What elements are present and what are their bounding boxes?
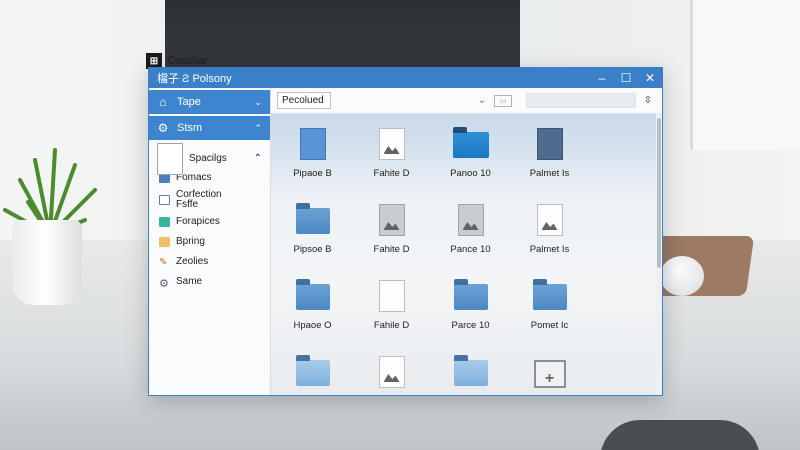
mouse xyxy=(660,256,704,296)
file-tile[interactable]: Pipaoe O xyxy=(273,350,352,395)
folder-icon xyxy=(453,355,488,386)
plant-pot xyxy=(12,220,82,305)
address-field[interactable]: Pecolued xyxy=(277,92,331,109)
open-folder-icon xyxy=(452,127,489,158)
sidebar-section-label: Spacilgs xyxy=(189,152,227,164)
background-window xyxy=(690,0,800,150)
sidebar-item-label-line2: Fsffe xyxy=(176,199,199,210)
file-label: Pipsoe B xyxy=(293,244,332,255)
file-tile[interactable]: Palmet Is xyxy=(510,122,589,198)
file-label: Hpaoe O xyxy=(293,320,332,331)
sidebar-head-label: Stsm xyxy=(177,122,203,134)
close-button[interactable]: ✕ xyxy=(638,68,662,88)
file-label: Palmet Is xyxy=(529,168,570,179)
maximize-button[interactable]: ☐ xyxy=(614,68,638,88)
file-explorer-window: 檔子 Ƨ Polsony – ☐ ✕ ⌂ Tape ⌄ ⚙ Stsm ⌃ Spa… xyxy=(148,67,663,396)
title-bar[interactable]: 檔子 Ƨ Polsony – ☐ ✕ xyxy=(149,68,662,88)
scrollbar[interactable] xyxy=(656,114,662,395)
file-tile[interactable]: Fahile D xyxy=(352,274,431,350)
sidebar-item-zeolies[interactable]: ✎ Zeolies xyxy=(149,252,270,272)
toolbar: Pecolued ⌄ ▭ ⇳ xyxy=(271,88,662,114)
add-file-icon: + xyxy=(533,360,566,388)
app-name: Concliar xyxy=(167,55,208,67)
sidebar-section-spacilgs[interactable]: Spacilgs ⌃ xyxy=(149,143,270,175)
sidebar-head-stsm[interactable]: ⚙ Stsm ⌃ xyxy=(149,116,270,140)
document-icon xyxy=(378,280,405,312)
folder-icon xyxy=(532,279,567,310)
file-tile[interactable]: Palmet Is xyxy=(510,198,589,274)
chevron-up-icon: ⌃ xyxy=(253,152,262,164)
home-icon: ⌂ xyxy=(159,95,167,109)
pages-icon xyxy=(159,195,170,205)
settings-icon: ⚙ xyxy=(159,278,169,290)
search-input[interactable] xyxy=(526,93,636,108)
file-tile[interactable]: Pipaoe B xyxy=(273,122,352,198)
file-tile[interactable]: Fahite D xyxy=(352,122,431,198)
chair xyxy=(600,420,760,450)
sidebar-item-label: Same xyxy=(176,276,203,287)
photos-icon xyxy=(159,217,170,227)
file-label: Fahite D xyxy=(373,168,410,179)
image-file-icon xyxy=(536,204,563,236)
document-icon xyxy=(299,128,326,160)
folder-icon xyxy=(295,279,330,310)
scrollbar-thumb[interactable] xyxy=(657,118,661,268)
bucket-icon xyxy=(159,237,170,247)
file-tile[interactable]: Pance 10 xyxy=(431,350,510,395)
sidebar-item-label: Forapices xyxy=(176,216,220,227)
main-pane: Pecolued ⌄ ▭ ⇳ Pipaoe B Fahite D Panoo 10 P… xyxy=(271,88,662,395)
image-file-icon xyxy=(378,356,405,388)
file-label: Pomet Ic xyxy=(530,320,569,331)
sidebar-item-corfection[interactable]: Corfection Fsffe xyxy=(149,188,270,212)
chevron-down-icon[interactable]: ⌄ xyxy=(474,93,490,109)
file-label: Fahile D xyxy=(373,320,410,331)
file-label: Panoo 10 xyxy=(450,168,491,179)
file-label: Pance 10 xyxy=(450,244,491,255)
window-title: 檔子 Ƨ Polsony xyxy=(157,73,232,85)
image-file-icon xyxy=(378,128,405,160)
minimize-button[interactable]: – xyxy=(590,68,614,88)
sidebar-item-bpring[interactable]: Bpring xyxy=(149,232,270,252)
sidebar-head-tape[interactable]: ⌂ Tape ⌄ xyxy=(149,90,270,114)
file-label: Fahite D xyxy=(373,244,410,255)
file-tile[interactable]: Parce 10 xyxy=(431,274,510,350)
file-tile[interactable]: Pance 10 xyxy=(431,198,510,274)
file-tile[interactable]: Panoo 10 xyxy=(431,122,510,198)
sidebar-item-same[interactable]: ⚙ Same xyxy=(149,272,270,292)
folder-icon xyxy=(453,279,488,310)
chevron-down-icon: ⌄ xyxy=(254,96,262,107)
sidebar-item-label: Bpring xyxy=(176,236,205,247)
sidebar-item-label: Corfection Fsffe xyxy=(176,190,222,210)
chevron-up-icon: ⌃ xyxy=(254,122,262,133)
view-box-icon[interactable]: ▭ xyxy=(494,94,512,107)
document-icon xyxy=(157,143,183,175)
image-file-icon xyxy=(457,204,484,236)
file-label: Palmet Is xyxy=(529,244,570,255)
file-tile[interactable]: Fahite D xyxy=(352,350,431,395)
file-tile[interactable]: +Palmet Is xyxy=(510,350,589,395)
tools-icon: ✎ xyxy=(159,257,168,268)
folder-icon xyxy=(295,203,330,234)
sidebar-head-label: Tape xyxy=(177,96,201,108)
file-tile[interactable]: Fahite D xyxy=(352,198,431,274)
image-file-icon xyxy=(378,204,405,236)
folder-icon xyxy=(295,355,330,386)
sidebar-item-label: Zeolies xyxy=(176,256,209,267)
file-tile[interactable]: Pomet Ic xyxy=(510,274,589,350)
file-label: Parce 10 xyxy=(451,320,490,331)
sidebar: ⌂ Tape ⌄ ⚙ Stsm ⌃ Spacilgs ⌃ Fomacs Corf… xyxy=(149,88,271,395)
sort-icon[interactable]: ⇳ xyxy=(640,93,656,109)
file-grid: Pipaoe B Fahite D Panoo 10 Palmet Is Pipsoe … xyxy=(271,114,656,395)
file-label: Pipaoe B xyxy=(293,168,332,179)
document-icon xyxy=(536,128,563,160)
file-tile[interactable]: Pipsoe B xyxy=(273,198,352,274)
gear-icon: ⚙ xyxy=(157,121,169,135)
file-tile[interactable]: Hpaoe O xyxy=(273,274,352,350)
sidebar-item-forapices[interactable]: Forapices xyxy=(149,212,270,232)
